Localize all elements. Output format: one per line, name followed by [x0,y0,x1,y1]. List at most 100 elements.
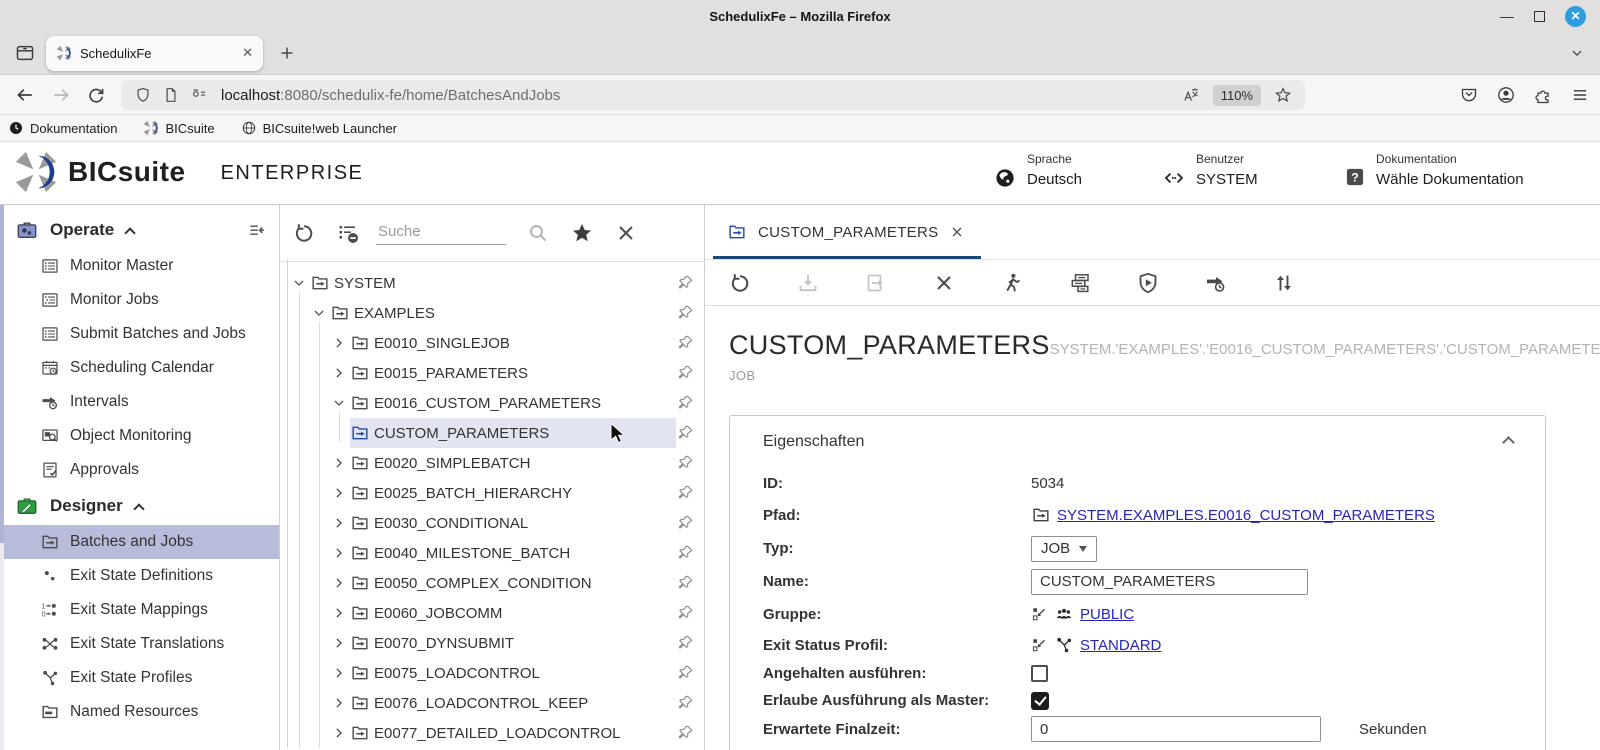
sidebar-item-approvals[interactable]: Approvals [0,453,279,487]
browser-tab[interactable]: SchedulixFe ✕ [46,35,263,71]
firefox-view-button[interactable] [10,38,40,68]
sidebar-item-monitor-jobs[interactable]: Monitor Jobs [0,283,279,317]
pin-icon[interactable] [676,664,694,682]
run-button[interactable] [1000,271,1024,295]
chevron-icon[interactable] [330,454,348,472]
select-picker-icon[interactable] [1031,606,1048,623]
pin-icon[interactable] [676,514,694,532]
language-control[interactable]: Sprache Deutsch [993,152,1082,190]
tree-item-e0020_simplebatch[interactable]: E0020_SIMPLEBATCH [280,448,704,478]
pin-icon[interactable] [676,544,694,562]
exit-status-profile-link[interactable]: STANDARD [1080,637,1161,654]
monitor-button[interactable] [1136,271,1160,295]
translate-icon[interactable] [1182,86,1200,104]
chevron-icon[interactable] [330,574,348,592]
page-info-icon[interactable] [162,86,180,104]
sidebar-item-submit-batches-and-jobs[interactable]: Submit Batches and Jobs [0,317,279,351]
sidebar-item-intervals[interactable]: Intervals [0,385,279,419]
pin-icon[interactable] [676,604,694,622]
pin-icon[interactable] [676,694,694,712]
account-button[interactable] [1496,85,1516,105]
bookmark-item[interactable]: BICsuite [143,120,215,136]
pin-icon[interactable] [676,454,694,472]
shield-icon[interactable] [134,86,152,104]
tree-item-e0050_complex_condition[interactable]: E0050_COMPLEX_CONDITION [280,568,704,598]
collapse-panel-icon[interactable] [1502,436,1515,449]
schedule-button[interactable] [1204,271,1228,295]
chevron-icon[interactable] [330,664,348,682]
documentation-control[interactable]: Dokumentation Wähle Dokumentation [1344,152,1524,188]
pin-icon[interactable] [676,274,694,292]
new-tab-button[interactable] [277,43,297,63]
pin-icon[interactable] [676,364,694,382]
pocket-button[interactable] [1459,85,1479,105]
pin-icon[interactable] [676,424,694,442]
list-all-tabs-button[interactable] [1568,44,1586,62]
tree-item-e0070_dynsubmit[interactable]: E0070_DYNSUBMIT [280,628,704,658]
sidebar-item-exit-state-mappings[interactable]: Exit State Mappings [0,593,279,627]
tree-item-custom_parameters[interactable]: CUSTOM_PARAMETERS [280,418,704,448]
tree-item-e0016_custom_parameters[interactable]: E0016_CUSTOM_PARAMETERS [280,388,704,418]
sort-button[interactable] [1272,271,1296,295]
url-bar[interactable]: localhost:8080/schedulix-fe/home/Batches… [121,80,1305,110]
sidebar-item-exit-state-profiles[interactable]: Exit State Profiles [0,661,279,695]
sidebar-item-monitor-master[interactable]: Monitor Master [0,249,279,283]
pin-icon[interactable] [676,394,694,412]
maximize-button[interactable] [1534,10,1545,22]
favorites-button[interactable] [570,221,594,245]
chevron-icon[interactable] [310,304,328,322]
name-input[interactable] [1031,568,1308,595]
close-button[interactable] [932,271,956,295]
sidebar-scrollbar[interactable] [0,205,4,750]
sidebar-item-scheduling-calendar[interactable]: Scheduling Calendar [0,351,279,385]
bookmark-item[interactable]: BICsuite!web Launcher [241,120,397,136]
clear-search-button[interactable] [614,221,638,245]
sidebar-section-designer[interactable]: Designer [0,487,279,525]
tree-refresh-button[interactable] [292,221,316,245]
sidebar-item-named-resources[interactable]: Named Resources [0,695,279,729]
user-control[interactable]: Benutzer SYSTEM [1162,152,1258,190]
chevron-icon[interactable] [330,604,348,622]
chevron-icon[interactable] [290,274,308,292]
tree-item-e0025_batch_hierarchy[interactable]: E0025_BATCH_HIERARCHY [280,478,704,508]
tree-item-e0015_parameters[interactable]: E0015_PARAMETERS [280,358,704,388]
chevron-icon[interactable] [330,634,348,652]
tree-filter-button[interactable] [336,221,360,245]
pin-icon[interactable] [676,484,694,502]
pin-icon[interactable] [676,334,694,352]
extensions-button[interactable] [1533,85,1553,105]
sidebar-section-operate[interactable]: Operate [0,211,279,249]
tree-item-e0040_milestone_batch[interactable]: E0040_MILESTONE_BATCH [280,538,704,568]
type-select[interactable]: JOB [1031,535,1098,562]
chevron-icon[interactable] [330,514,348,532]
select-picker-icon[interactable] [1031,637,1048,654]
pin-icon[interactable] [676,724,694,742]
sidebar-item-object-monitoring[interactable]: Object Monitoring [0,419,279,453]
save-button[interactable] [796,271,820,295]
chevron-icon[interactable] [330,544,348,562]
master-checkbox[interactable] [1031,691,1049,710]
tree-item-e0075_loadcontrol[interactable]: E0075_LOADCONTROL [280,658,704,688]
final-time-input[interactable] [1031,716,1321,742]
chevron-icon[interactable] [330,334,348,352]
tree-item-system[interactable]: SYSTEM [280,268,704,298]
submit-button[interactable] [1068,271,1092,295]
zoom-level-badge[interactable]: 110% [1212,84,1261,106]
chevron-icon[interactable] [330,694,348,712]
sidebar-item-exit-state-definitions[interactable]: Exit State Definitions [0,559,279,593]
permissions-icon[interactable] [190,86,208,104]
group-link[interactable]: PUBLIC [1080,606,1134,623]
pin-icon[interactable] [676,304,694,322]
chevron-icon[interactable] [330,394,348,412]
path-link[interactable]: SYSTEM.EXAMPLES.E0016_CUSTOM_PARAMETERS [1057,507,1435,524]
sidebar-item-batches-and-jobs[interactable]: Batches and Jobs [0,525,279,559]
sidebar-item-exit-state-translations[interactable]: Exit State Translations [0,627,279,661]
chevron-icon[interactable] [330,484,348,502]
tree-search-input[interactable] [376,221,506,245]
bookmark-star-icon[interactable] [1274,86,1292,104]
forward-button[interactable] [50,84,72,106]
tree-item-examples[interactable]: EXAMPLES [280,298,704,328]
refresh-button[interactable] [728,271,752,295]
clone-button[interactable] [864,271,888,295]
tree-item-e0060_jobcomm[interactable]: E0060_JOBCOMM [280,598,704,628]
